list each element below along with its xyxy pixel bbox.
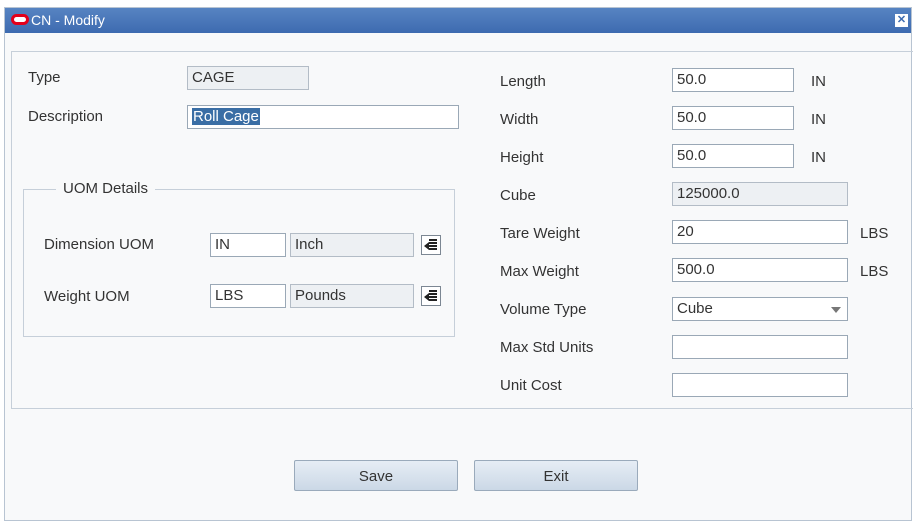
cube-label: Cube	[500, 187, 536, 204]
title-bar: CN - Modify ✕	[5, 8, 911, 33]
description-label: Description	[28, 108, 104, 125]
length-field[interactable]: 50.0	[672, 68, 794, 92]
type-label: Type	[28, 69, 61, 86]
max-weight-label: Max Weight	[500, 263, 579, 280]
uom-details-legend: UOM Details	[56, 180, 156, 197]
weight-uom-code-field[interactable]: LBS	[210, 284, 286, 308]
length-unit: IN	[811, 73, 826, 90]
dialog-window: CN - Modify ✕ Type CAGE Description Roll…	[4, 7, 913, 521]
volume-type-value: Cube	[677, 300, 713, 317]
height-label: Height	[500, 149, 544, 166]
tare-weight-unit: LBS	[860, 225, 889, 242]
width-label: Width	[500, 111, 539, 128]
weight-uom-desc-field: Pounds	[290, 284, 414, 308]
height-unit: IN	[811, 149, 826, 166]
cube-field: 125000.0	[672, 182, 848, 206]
volume-type-select[interactable]: Cube	[672, 297, 848, 321]
oracle-logo-icon	[11, 14, 29, 25]
unit-cost-label: Unit Cost	[500, 377, 562, 394]
max-weight-unit: LBS	[860, 263, 889, 280]
description-value: Roll Cage	[192, 108, 260, 125]
unit-cost-field[interactable]	[672, 373, 848, 397]
max-std-units-field[interactable]	[672, 335, 848, 359]
height-field[interactable]: 50.0	[672, 144, 794, 168]
close-icon[interactable]: ✕	[895, 14, 908, 27]
width-unit: IN	[811, 111, 826, 128]
window-title: CN - Modify	[31, 12, 105, 28]
list-of-values-icon[interactable]	[421, 235, 441, 255]
dimension-uom-desc-field: Inch	[290, 233, 414, 257]
width-field[interactable]: 50.0	[672, 106, 794, 130]
max-std-units-label: Max Std Units	[500, 339, 594, 356]
description-field[interactable]: Roll Cage	[187, 105, 459, 129]
dimension-uom-code-field[interactable]: IN	[210, 233, 286, 257]
chevron-down-icon[interactable]	[831, 307, 841, 313]
volume-type-label: Volume Type	[500, 301, 587, 318]
type-field: CAGE	[187, 66, 309, 90]
weight-uom-label: Weight UOM	[44, 288, 130, 305]
uom-details-group: UOM Details Dimension UOM IN Inch Weight…	[23, 180, 455, 337]
length-label: Length	[500, 73, 546, 90]
list-of-values-icon[interactable]	[421, 286, 441, 306]
tare-weight-label: Tare Weight	[500, 225, 580, 242]
dimension-uom-label: Dimension UOM	[44, 236, 155, 253]
exit-button[interactable]: Exit	[474, 460, 638, 491]
tare-weight-field[interactable]: 20	[672, 220, 848, 244]
max-weight-field[interactable]: 500.0	[672, 258, 848, 282]
save-button[interactable]: Save	[294, 460, 458, 491]
